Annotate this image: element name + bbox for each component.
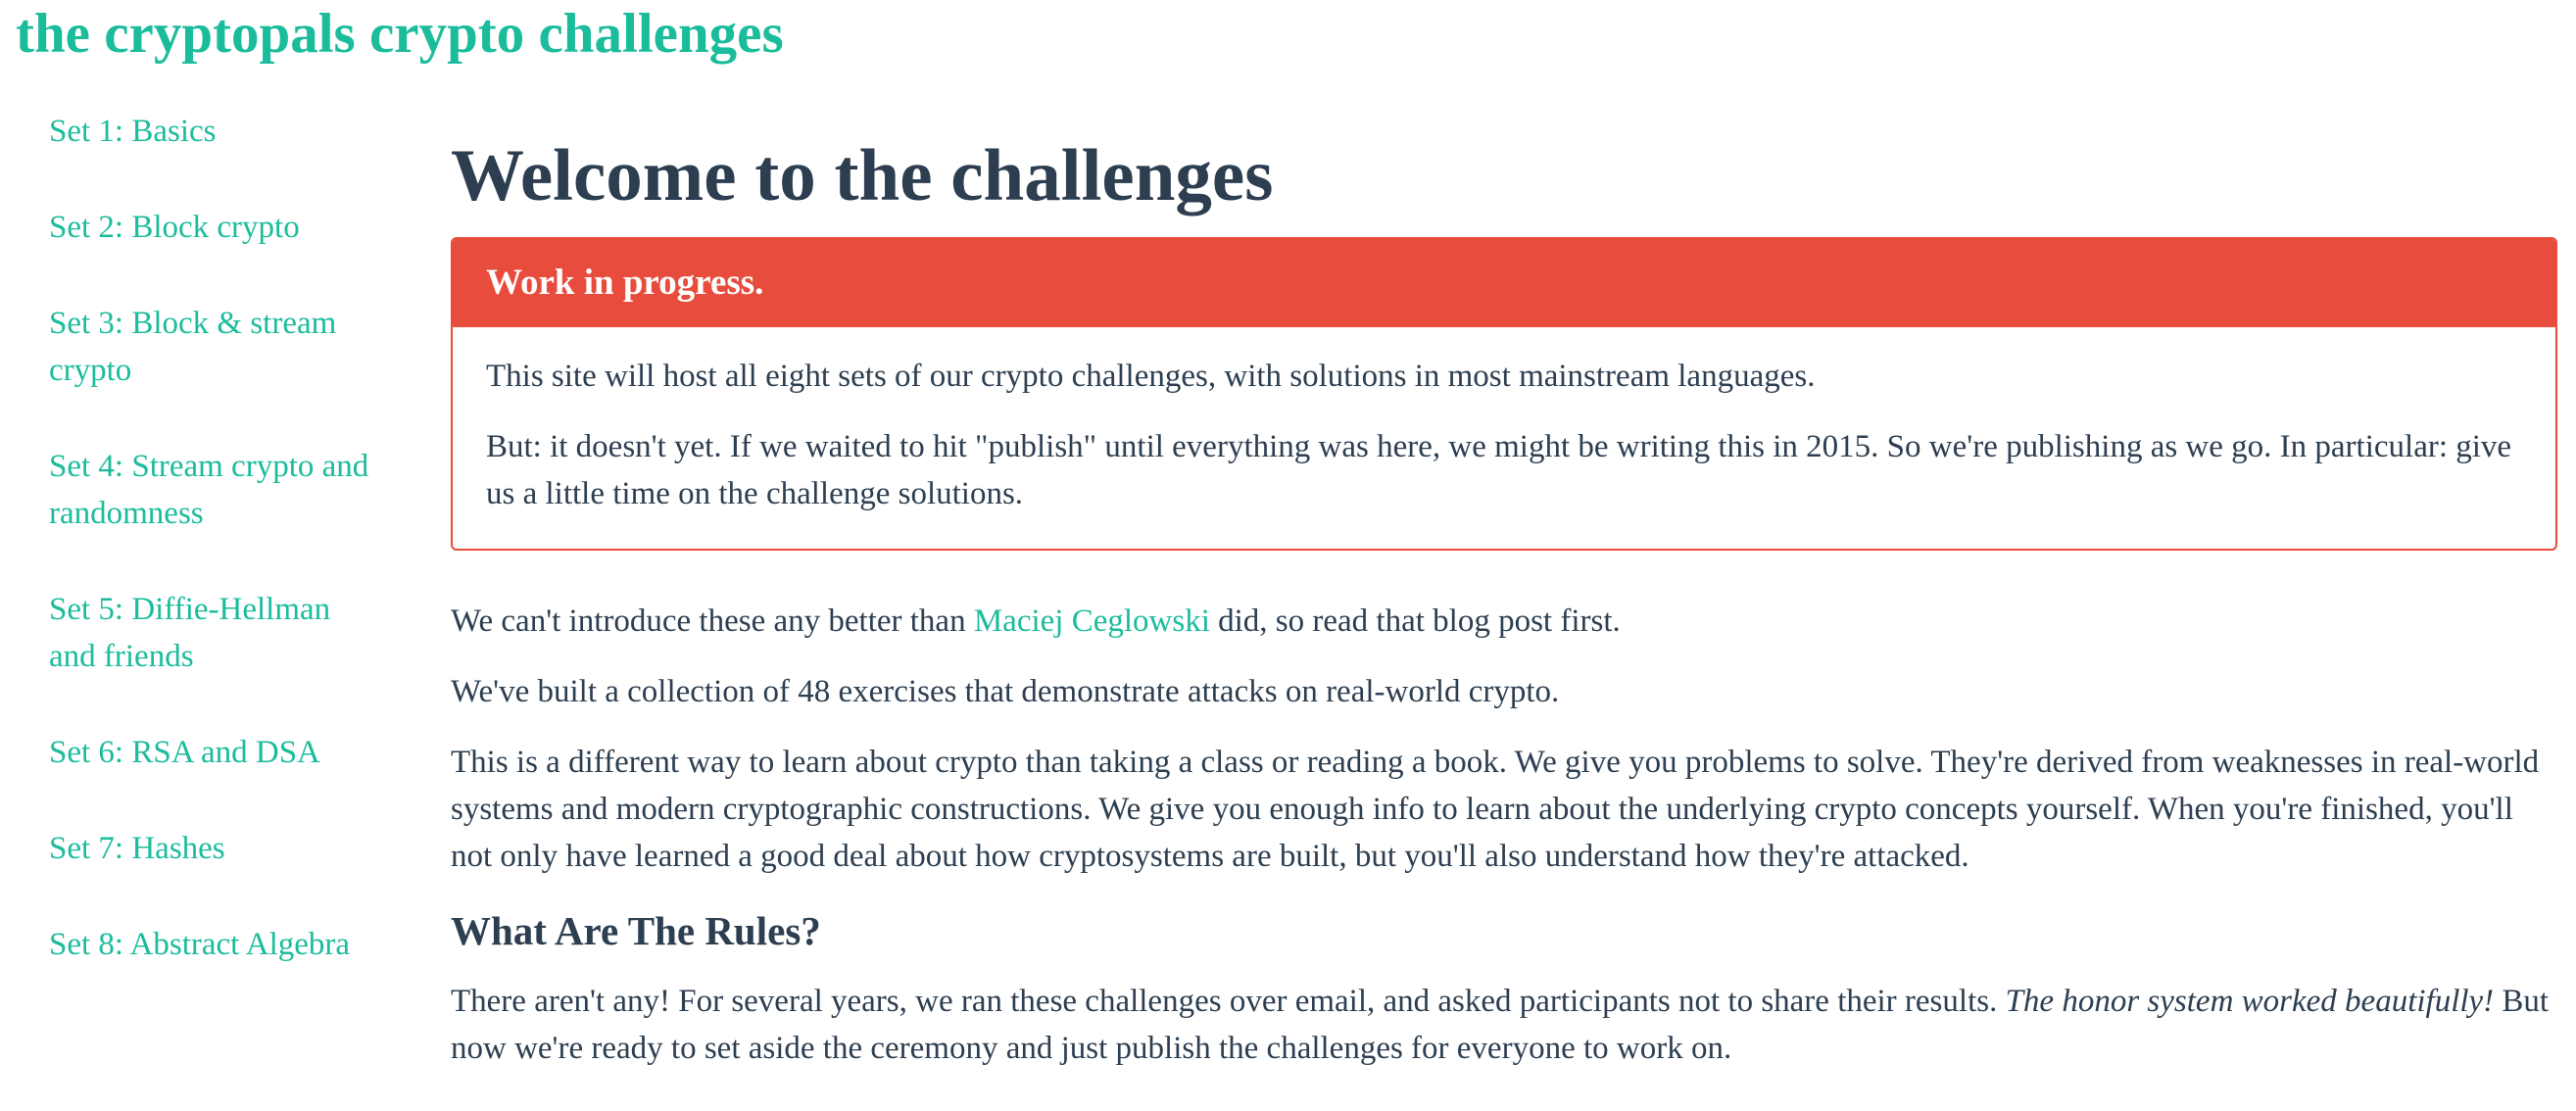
rules-paragraph: There aren't any! For several years, we … bbox=[451, 978, 2557, 1072]
alert-body: This site will host all eight sets of ou… bbox=[453, 327, 2555, 549]
alert-paragraph-2: But: it doesn't yet. If we waited to hit… bbox=[486, 429, 2512, 511]
intro-content: We can't introduce these any better than… bbox=[451, 598, 2557, 1072]
sidebar-item-set-1[interactable]: Set 1: Basics bbox=[49, 108, 372, 155]
maciej-ceglowski-link[interactable]: Maciej Ceglowski bbox=[974, 604, 1210, 639]
sidebar-item-set-3[interactable]: Set 3: Block & stream crypto bbox=[49, 300, 372, 394]
rules-heading: What Are The Rules? bbox=[451, 908, 821, 953]
main-content: Welcome to the challenges Work in progre… bbox=[451, 127, 2557, 1095]
rules-text-before: There aren't any! For several years, we … bbox=[451, 984, 2006, 1019]
alert-heading: Work in progress. bbox=[453, 239, 2555, 327]
sidebar-item-set-2[interactable]: Set 2: Block crypto bbox=[49, 204, 372, 251]
sidebar-item-set-4[interactable]: Set 4: Stream crypto and randomness bbox=[49, 443, 372, 537]
exercises-paragraph: We've built a collection of 48 exercises… bbox=[451, 674, 1560, 709]
sidebar-item-set-6[interactable]: Set 6: RSA and DSA bbox=[49, 729, 372, 776]
work-in-progress-alert: Work in progress. This site will host al… bbox=[451, 237, 2557, 551]
intro-text-before: We can't introduce these any better than bbox=[451, 604, 974, 639]
approach-paragraph: This is a different way to learn about c… bbox=[451, 745, 2540, 874]
rules-emphasis: The honor system worked beautifully! bbox=[2005, 984, 2495, 1019]
intro-text-after: did, so read that blog post first. bbox=[1209, 604, 1621, 639]
sidebar-nav: Set 1: Basics Set 2: Block crypto Set 3:… bbox=[49, 108, 372, 1017]
sidebar-item-set-7[interactable]: Set 7: Hashes bbox=[49, 825, 372, 872]
sidebar-item-set-5[interactable]: Set 5: Diffie-Hellman and friends bbox=[49, 586, 372, 680]
site-title-link[interactable]: the cryptopals crypto challenges bbox=[16, 0, 784, 69]
page-title: Welcome to the challenges bbox=[451, 135, 1274, 217]
intro-paragraph: We can't introduce these any better than… bbox=[451, 598, 2557, 645]
alert-paragraph-1: This site will host all eight sets of ou… bbox=[486, 359, 1816, 394]
sidebar-item-set-8[interactable]: Set 8: Abstract Algebra bbox=[49, 921, 372, 968]
